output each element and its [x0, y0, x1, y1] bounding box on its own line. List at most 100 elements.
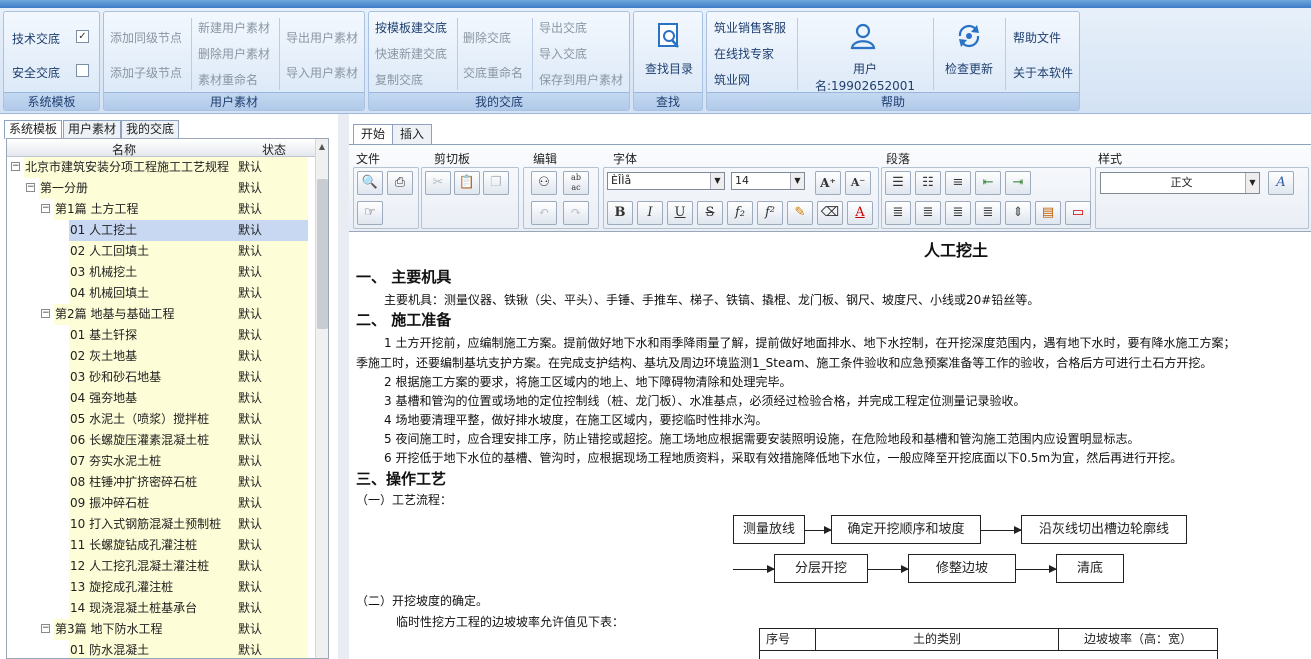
- align-center-button[interactable]: ≣: [915, 201, 941, 225]
- safety-exchange-checkbox[interactable]: [76, 64, 89, 77]
- tree-row[interactable]: 08 柱锤冲扩挤密碎石桩 默认: [7, 472, 317, 493]
- page-setup-button[interactable]: ☞: [357, 201, 383, 225]
- find-button[interactable]: ⚇: [531, 171, 557, 195]
- zhuye-net-link[interactable]: 筑业网: [714, 71, 750, 88]
- multilevel-button[interactable]: ≡: [945, 171, 971, 195]
- collapse-toggle-icon[interactable]: −: [26, 183, 35, 192]
- bullets-button[interactable]: ☰: [885, 171, 911, 195]
- template-tree[interactable]: 名称 状态 − 北京市建筑安装分项工程施工工艺规程 默认 − 第一分册 默认 − 第1篇 土方…: [6, 138, 329, 659]
- tree-row[interactable]: 06 长螺旋压灌素混凝土桩 默认: [7, 430, 317, 451]
- online-expert-link[interactable]: 在线找专家: [714, 45, 774, 62]
- replace-button[interactable]: ab ac: [563, 171, 589, 195]
- collapse-toggle-icon[interactable]: −: [11, 162, 20, 171]
- tree-row[interactable]: − 第1篇 土方工程 默认: [7, 199, 317, 220]
- grow-font-button[interactable]: A⁺: [815, 171, 841, 195]
- tab-start[interactable]: 开始: [353, 124, 394, 144]
- tree-row[interactable]: − 第2篇 地基与基础工程 默认: [7, 304, 317, 325]
- add-child-node-button[interactable]: 添加子级节点: [110, 64, 182, 81]
- collapse-toggle-icon[interactable]: −: [41, 204, 50, 213]
- scroll-up-icon[interactable]: ▲: [316, 139, 328, 155]
- scrollbar-thumb[interactable]: [317, 179, 328, 329]
- shading-button[interactable]: ▤: [1035, 201, 1061, 225]
- rename-exchange-button[interactable]: 交底重命名: [463, 64, 523, 81]
- help-file-link[interactable]: 帮助文件: [1013, 29, 1061, 46]
- subscript-button[interactable]: f₂: [727, 201, 753, 225]
- decrease-indent-button[interactable]: ⇤: [975, 171, 1001, 195]
- italic-button[interactable]: I: [637, 201, 663, 225]
- redo-button[interactable]: ↷: [563, 201, 589, 225]
- tech-exchange-checkbox[interactable]: ✓: [76, 30, 89, 43]
- import-exchange-button[interactable]: 导入交底: [539, 45, 587, 62]
- tab-insert[interactable]: 插入: [392, 124, 433, 144]
- tree-row[interactable]: 01 人工挖土 默认: [7, 220, 317, 241]
- tree-row[interactable]: 04 强夯地基 默认: [7, 388, 317, 409]
- print-preview-button[interactable]: 🔍: [357, 171, 383, 195]
- print-button[interactable]: ⎙: [387, 171, 413, 195]
- chevron-down-icon[interactable]: ▼: [710, 173, 724, 189]
- delete-exchange-button[interactable]: 删除交底: [463, 29, 511, 46]
- build-by-template-button[interactable]: 按模板建交底: [375, 19, 447, 36]
- export-material-button[interactable]: 导出用户素材: [286, 29, 358, 46]
- tree-row[interactable]: 01 基土钎探 默认: [7, 325, 317, 346]
- font-color-button[interactable]: A: [847, 201, 873, 225]
- font-size-combo[interactable]: 14 ▼: [731, 172, 805, 190]
- quick-new-button[interactable]: 快速新建交底: [375, 45, 447, 62]
- tree-row[interactable]: − 北京市建筑安装分项工程施工工艺规程 默认: [7, 157, 317, 178]
- font-name-combo[interactable]: ÈÎÌå ▼: [607, 172, 725, 190]
- save-to-material-button[interactable]: 保存到用户素材: [539, 71, 623, 88]
- collapse-toggle-icon[interactable]: −: [41, 624, 50, 633]
- tree-row[interactable]: − 第3篇 地下防水工程 默认: [7, 619, 317, 640]
- tree-row[interactable]: 14 现浇混凝土桩基承台 默认: [7, 598, 317, 619]
- tree-row[interactable]: 01 防水混凝土 默认: [7, 640, 317, 658]
- tree-row[interactable]: 02 人工回填土 默认: [7, 241, 317, 262]
- tab-my-exchange[interactable]: 我的交底: [121, 120, 180, 138]
- tab-user-material[interactable]: 用户素材: [63, 120, 122, 138]
- tree-row[interactable]: 10 打入式钢筋混凝土预制桩 默认: [7, 514, 317, 535]
- pane-splitter[interactable]: [338, 114, 349, 659]
- tree-row[interactable]: 07 夯实水泥土桩 默认: [7, 451, 317, 472]
- paste-button[interactable]: 📋: [454, 171, 480, 195]
- tree-row[interactable]: 03 砂和砂石地基 默认: [7, 367, 317, 388]
- column-status-header[interactable]: 状态: [262, 141, 286, 158]
- add-sibling-node-button[interactable]: 添加同级节点: [110, 29, 182, 46]
- bold-button[interactable]: B: [607, 201, 633, 225]
- import-material-button[interactable]: 导入用户素材: [286, 64, 358, 81]
- collapse-toggle-icon[interactable]: −: [41, 309, 50, 318]
- clear-format-button[interactable]: ⌫: [817, 201, 843, 225]
- copy-exchange-button[interactable]: 复制交底: [375, 71, 423, 88]
- underline-button[interactable]: U: [667, 201, 693, 225]
- border-button[interactable]: ▭: [1065, 201, 1091, 225]
- new-material-button[interactable]: 新建用户素材: [198, 19, 270, 36]
- strikethrough-button[interactable]: S: [697, 201, 723, 225]
- delete-material-button[interactable]: 删除用户素材: [198, 45, 270, 62]
- tree-row[interactable]: 05 水泥土（喷浆）搅拌桩 默认: [7, 409, 317, 430]
- undo-button[interactable]: ↶: [531, 201, 557, 225]
- chevron-down-icon[interactable]: ▼: [790, 173, 804, 189]
- tree-row[interactable]: 02 灰土地基 默认: [7, 346, 317, 367]
- justify-button[interactable]: ≣: [975, 201, 1001, 225]
- numbering-button[interactable]: ☷: [915, 171, 941, 195]
- tree-scrollbar[interactable]: ▲: [315, 139, 328, 658]
- tree-row[interactable]: 12 人工挖孔混凝土灌注桩 默认: [7, 556, 317, 577]
- align-left-button[interactable]: ≣: [885, 201, 911, 225]
- increase-indent-button[interactable]: ⇥: [1005, 171, 1031, 195]
- document-area[interactable]: 人工挖土 一、 主要机具 主要机具：测量仪器、铁锹（尖、平头）、手锤、手推车、梯…: [349, 233, 1311, 659]
- tree-row[interactable]: 11 长螺旋钻成孔灌注桩 默认: [7, 535, 317, 556]
- superscript-button[interactable]: f²: [757, 201, 783, 225]
- sales-service-link[interactable]: 筑业销售客服: [714, 19, 786, 36]
- change-styles-button[interactable]: A: [1268, 171, 1294, 195]
- tab-system-template[interactable]: 系统模板: [4, 120, 63, 139]
- highlight-button[interactable]: ✎: [787, 201, 813, 225]
- tech-exchange-label[interactable]: 技术交底: [12, 30, 60, 47]
- copy-button[interactable]: ❐: [483, 171, 509, 195]
- tree-row[interactable]: 04 机械回填土 默认: [7, 283, 317, 304]
- tree-row[interactable]: 09 振冲碎石桩 默认: [7, 493, 317, 514]
- chevron-down-icon[interactable]: ▼: [1245, 173, 1259, 193]
- shrink-font-button[interactable]: A⁻: [845, 171, 871, 195]
- tree-row[interactable]: 13 旋挖成孔灌注桩 默认: [7, 577, 317, 598]
- cut-button[interactable]: ✂: [425, 171, 451, 195]
- tree-row[interactable]: − 第一分册 默认: [7, 178, 317, 199]
- line-spacing-button[interactable]: ⇕: [1005, 201, 1031, 225]
- export-exchange-button[interactable]: 导出交底: [539, 19, 587, 36]
- style-combo[interactable]: 正文 ▼: [1100, 172, 1260, 194]
